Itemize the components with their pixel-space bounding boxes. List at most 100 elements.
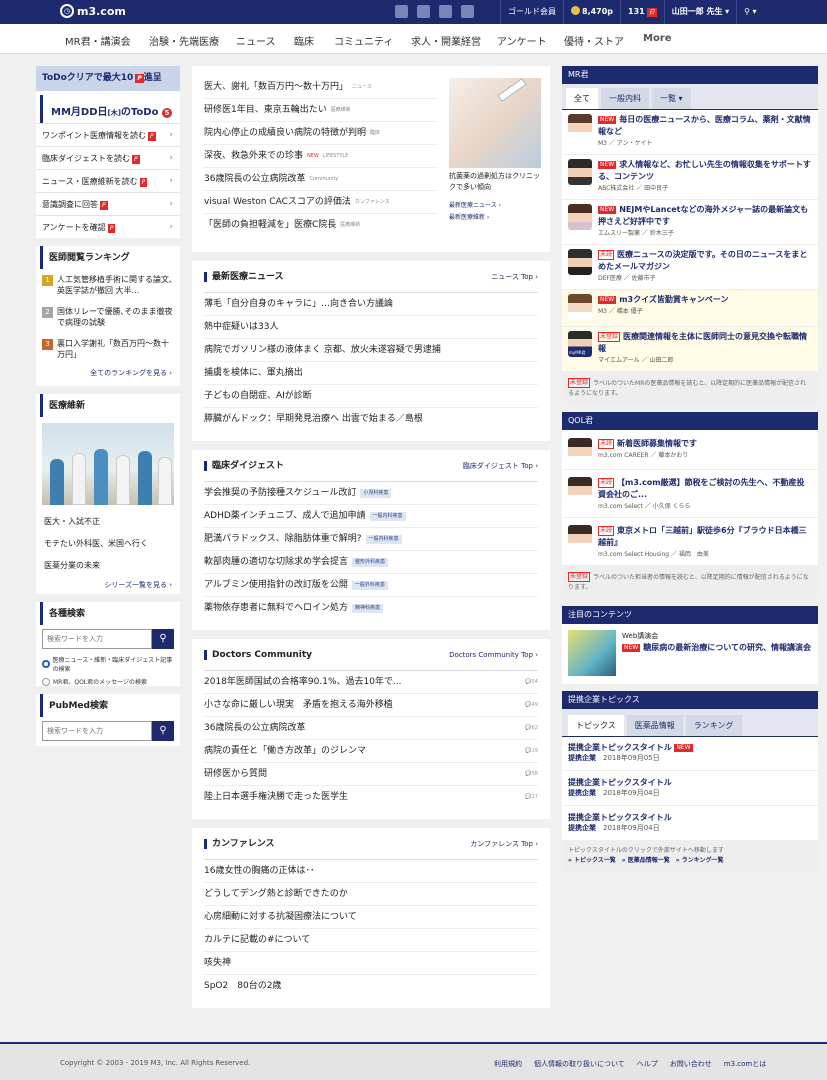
top-news-item[interactable]: 医大、謝礼「数百万円～数十万円」 ニュース [204, 76, 438, 99]
nav-kyujin[interactable]: 求人・開業経営 [411, 33, 481, 48]
mr-message[interactable]: NEW 求人情報など、お忙しい先生の情報収集をサポートする、コンテンツ ABC株式会… [562, 155, 818, 200]
mr-message[interactable]: 未読 医療ニュースの決定版です。その日のニュースをまとめたメールマガジン DEF医療… [562, 245, 818, 290]
feature-link-ishin[interactable]: 最新医療維新 › [449, 209, 541, 221]
top-news-item[interactable]: visual Weston CACスコアの評価法 カンファレンス [204, 191, 438, 214]
search-button[interactable]: ⚲ [152, 629, 174, 649]
checklist-icon[interactable] [439, 5, 452, 18]
community-item[interactable]: 陸上日本選手権決勝で走った医学生 💬27 [204, 786, 538, 809]
todo-header[interactable]: ToDoクリアで最大10 P 進呈 [36, 66, 180, 91]
conference-item[interactable]: 16歳女性の胸痛の正体は･･ [204, 860, 538, 883]
news-item[interactable]: 薄毛「自分自身のキャラに」…向き合い方議論 [204, 293, 538, 316]
pubmed-search-button[interactable]: ⚲ [152, 721, 174, 741]
todo-item-onepoint[interactable]: ワンポイント医療情報を読む P › [36, 123, 180, 146]
conference-item[interactable]: SpO2 80台の2歳 [204, 975, 538, 998]
notification-link[interactable]: 131 日 [620, 0, 664, 24]
ishin-link[interactable]: 医薬分業の未来 [36, 555, 180, 577]
footer-link-contact[interactable]: お問い合わせ [670, 1059, 712, 1069]
search-input[interactable] [42, 629, 152, 649]
todo-item-news[interactable]: ニュース・医療維新を読む P › [36, 169, 180, 192]
ranking-list-link[interactable]: » ランキング一覧 [676, 856, 724, 866]
ishin-photo[interactable] [42, 423, 174, 505]
search-menu[interactable]: ⚲ ▾ [736, 0, 763, 24]
community-item[interactable]: 研修医から質問 💬58 [204, 763, 538, 786]
top-news-item[interactable]: 36歳院長の公立病院改革 Community [204, 168, 438, 191]
nav-more[interactable]: More [643, 33, 672, 44]
gift-icon[interactable] [461, 5, 474, 18]
news-item[interactable]: 病院でガソリン様の液体まく 京都、放火未遂容疑で男逮捕 [204, 339, 538, 362]
news-item[interactable]: 子どもの自閉症、AIが診断 [204, 385, 538, 408]
ishin-link[interactable]: 医大・入試不正 [36, 511, 180, 533]
mr-message[interactable]: myMR君 未登録 医療関連情報を主体に医師同士の意見交換や転職情報 マイエムアール… [562, 327, 818, 372]
qol-message[interactable]: 未読 新着医師募集情報です m3.com CAREER ／ 藤本かおり [562, 430, 818, 470]
tab-ranking[interactable]: ランキング [685, 715, 742, 736]
points-link[interactable]: 8,470p [563, 0, 620, 24]
nav-rinsho[interactable]: 臨床 [294, 33, 314, 48]
tab-all[interactable]: 全て [566, 88, 598, 109]
todo-item-enquete[interactable]: アンケートを確認 P › [36, 215, 180, 238]
digest-item[interactable]: 学会推奨の予防接種スケジュール改訂 小児科疾患 [204, 482, 538, 505]
footer-link-help[interactable]: ヘルプ [637, 1059, 658, 1069]
nav-chiken[interactable]: 治験・先端医療 [149, 33, 219, 48]
top-news-item[interactable]: 院内心停止の成績良い病院の特徴が判明 臨床 [204, 122, 438, 145]
ranking-item[interactable]: 1 人工気管移植手術に関する論文､英医学誌が撤回 大半... [36, 269, 180, 301]
community-item[interactable]: 病院の責任と「働き方改革」のジレンマ 💬19 [204, 740, 538, 763]
community-item[interactable]: 小さな命に厳しい現実 矛盾を抱える海外移植 💬49 [204, 694, 538, 717]
qol-message[interactable]: 未読 【m3.com厳選】節税をご検討の先生へ、不動産投資会社のご... m3.co… [562, 470, 818, 518]
ishin-link[interactable]: モテたい外科医、米国へ行く [36, 533, 180, 555]
digest-item[interactable]: 肥満パラドックス、除脂肪体重で解明? 一般内科疾患 [204, 528, 538, 551]
conference-top-link[interactable]: カンファレンス Top › [470, 839, 538, 849]
feature-link-news[interactable]: 最新医療ニュース › [449, 193, 541, 209]
board-icon[interactable] [417, 5, 430, 18]
digest-item[interactable]: 軟部肉腫の適切な切除求め学会提言 整形外科疾患 [204, 551, 538, 574]
digest-item[interactable]: ADHD薬インチュニブ、成人で追加申請 一般内科疾患 [204, 505, 538, 528]
qol-message[interactable]: 未読 東京メトロ「三越前」駅徒歩6分『ブラウド日本橋三越前』 m3.com Sele… [562, 518, 818, 566]
nav-store[interactable]: 優待・ストア [564, 33, 624, 48]
community-item[interactable]: 2018年医師国試の合格率90.1%、過去10年で... 💬54 [204, 671, 538, 694]
tab-drug-info[interactable]: 医薬品情報 [626, 715, 683, 736]
tab-general-medicine[interactable]: 一般内科 [601, 88, 649, 109]
tab-list[interactable]: 一覧 ▾ [652, 88, 691, 109]
ranking-item[interactable]: 2 国体リレーで優勝､そのまま徹夜で病理の試験 [36, 301, 180, 333]
conference-item[interactable]: 咳失神 [204, 952, 538, 975]
top-news-item[interactable]: 「医師の負担軽減を」医療C院長 医療維新 [204, 214, 438, 237]
mr-message[interactable]: NEW 毎日の医療ニュースから、医療コラム、薬剤・文献情報など M3 ／ アン・ケイ… [562, 110, 818, 155]
todo-item-survey[interactable]: 意識調査に回答 P › [36, 192, 180, 215]
footer-link-terms[interactable]: 利用規約 [494, 1059, 522, 1069]
pubmed-input[interactable] [42, 721, 152, 741]
todo-item-digest[interactable]: 臨床ダイジェストを読む P › [36, 146, 180, 169]
topics-list-link[interactable]: » トピックス一覧 [568, 856, 616, 866]
topic-item[interactable]: 提携企業トピックスタイトル 提携企業 2018年09月04日 [562, 806, 818, 840]
conference-item[interactable]: 心房細動に対する抗凝固療法について [204, 906, 538, 929]
community-item[interactable]: 36歳院長の公立病院改革 💬62 [204, 717, 538, 740]
attention-item[interactable]: Web講演会 NEW 糖尿病の最新治療についての研究、情報講演会 [562, 624, 818, 682]
news-item[interactable]: 捕虜を検体に、軍丸摘出 [204, 362, 538, 385]
search-option-mr[interactable]: MR君、QOL君のメッセージの検索 [36, 675, 180, 688]
digest-top-link[interactable]: 臨床ダイジェスト Top › [463, 461, 538, 471]
footer-link-privacy[interactable]: 個人情報の取り扱いについて [534, 1059, 625, 1069]
topic-item[interactable]: 提携企業トピックスタイトル 提携企業 2018年09月04日 [562, 771, 818, 806]
news-item[interactable]: 熱中症疑いは33人 [204, 316, 538, 339]
nav-survey[interactable]: アンケート [497, 33, 547, 48]
user-menu[interactable]: 山田一郎 先生 ▾ [663, 0, 736, 24]
news-item[interactable]: 膵臓がんドック：早期発見治療へ 出雲で始まる／島根 [204, 408, 538, 431]
ranking-item[interactable]: 3 裏口入学謝礼「数百万円～数十万円」 [36, 333, 180, 365]
digest-item[interactable]: 薬物依存患者に無料でヘロイン処方 精神科疾患 [204, 597, 538, 620]
digest-item[interactable]: アルブミン使用指針の改訂版を公開 一般外科疾患 [204, 574, 538, 597]
footer-link-about[interactable]: m3.comとは [724, 1059, 766, 1069]
feature-article[interactable]: 抗菌薬の過剰処方はクリニックで多い傾向 最新医療ニュース › 最新医療維新 › [449, 78, 541, 221]
mr-message[interactable]: NEW NEJMやLancetなどの海外メジャー誌の最新論文も押さえど好評中ですエ… [562, 200, 818, 245]
topic-item[interactable]: 提携企業トピックスタイトル NEW 提携企業 2018年09月05日 [562, 737, 818, 771]
nav-community[interactable]: コミュニティ [334, 33, 393, 48]
ranking-more-link[interactable]: 全てのランキングを見る › [36, 365, 180, 386]
news-top-link[interactable]: ニュース Top › [491, 272, 538, 282]
community-top-link[interactable]: Doctors Community Top › [449, 651, 538, 659]
nav-mr[interactable]: MR君・講演会 [65, 33, 131, 48]
search-option-news[interactable]: 医療ニュース・維新・臨床ダイジェスト記事の検索 [36, 653, 180, 675]
conference-item[interactable]: どうしてデング熱と診断できたのか [204, 883, 538, 906]
m3-logo[interactable]: ◷ m3.com [60, 4, 126, 18]
doctor-icon[interactable] [395, 5, 408, 18]
conference-item[interactable]: カルテに記載の#について [204, 929, 538, 952]
ishin-more-link[interactable]: シリーズ一覧を見る › [36, 577, 180, 598]
nav-news[interactable]: ニュース [236, 33, 276, 48]
mr-message[interactable]: NEW m3クイズ皆勤賞キャンペーン M3 ／ 橋本 優子 [562, 290, 818, 327]
